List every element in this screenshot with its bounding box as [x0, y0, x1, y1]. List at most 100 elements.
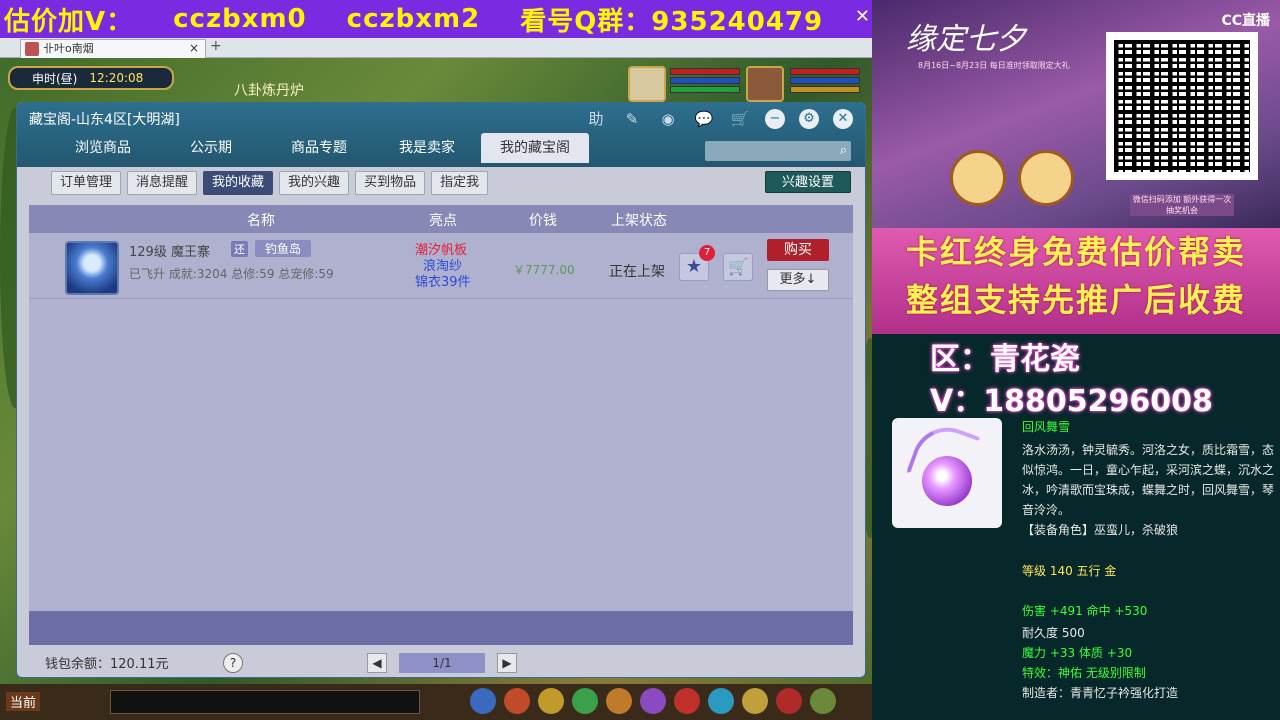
- item-magic-line: 魔力 +33 体质 +30: [1022, 646, 1133, 660]
- record-icon[interactable]: ◉: [657, 109, 679, 129]
- col-highlight: 亮点: [429, 213, 457, 229]
- close-icon[interactable]: ✕: [855, 6, 870, 27]
- buy-button[interactable]: 购买: [767, 239, 829, 261]
- player-portrait-icon[interactable]: [746, 66, 784, 102]
- highlight-3: 锦衣39件: [415, 275, 471, 290]
- channel-current-button[interactable]: 当前: [6, 692, 41, 711]
- slogan-line-1: 卡红终身免费估价帮卖: [905, 233, 1246, 271]
- event-title: 缘定七夕: [906, 22, 1026, 57]
- interest-settings-button[interactable]: 兴趣设置: [765, 171, 851, 193]
- friend-icon[interactable]: [674, 688, 700, 714]
- event-subtitle: 8月16日~8月23日 每日准时领取限定大礼: [918, 61, 1070, 70]
- stream-overlay-panel: 缘定七夕 8月16日~8月23日 每日准时领取限定大礼 CC直播 微信扫码添加 …: [872, 0, 1280, 720]
- minimize-icon[interactable]: −: [765, 109, 785, 129]
- pet-status-bars: [670, 68, 740, 95]
- subtab-messages[interactable]: 消息提醒: [127, 171, 198, 195]
- next-page-button[interactable]: ▶: [497, 653, 517, 673]
- item-detail: 回风舞雪 洛水汤汤，钟灵毓秀。河洛之女，质比霜雪，态似惊鸿。一日，童心乍起，采河…: [872, 416, 1280, 720]
- server-location: 钓鱼岛: [255, 240, 312, 257]
- close-icon[interactable]: ✕: [833, 109, 853, 129]
- main-tabs: 浏览商品 公示期 商品专题 我是卖家 我的藏宝阁: [49, 133, 589, 163]
- estimate-banner: 估价加V： cczbxm0 cczbxm2 看号Q群：935240479 ✕: [0, 0, 872, 38]
- tab-seller[interactable]: 我是卖家: [373, 133, 481, 163]
- subtab-purchased[interactable]: 买到物品: [355, 171, 426, 195]
- time-period: 申时(昼): [32, 71, 78, 86]
- listing-status: 正在上架: [609, 264, 665, 280]
- game-bottom-bar: 当前: [0, 684, 872, 720]
- subtab-orders[interactable]: 订单管理: [51, 171, 122, 195]
- service-slogan: 卡红终身免费估价帮卖 整组支持先推广后收费: [872, 228, 1280, 334]
- col-price: 价钱: [529, 213, 557, 229]
- cc-logo: CC直播: [1221, 13, 1270, 29]
- favicon-icon: [25, 42, 39, 56]
- chat-input[interactable]: [110, 690, 420, 714]
- reward-badge-icon: [1018, 150, 1074, 206]
- table-footer: [29, 611, 853, 645]
- subtab-assigned[interactable]: 指定我: [431, 171, 489, 195]
- item-image: [892, 418, 1002, 528]
- page-indicator: 1/1: [399, 653, 485, 673]
- banner-text-2: cczbxm0: [173, 4, 307, 34]
- window-title: 藏宝阁-山东4区[大明湖]: [29, 112, 180, 128]
- settings-icon[interactable]: ⚙: [799, 109, 819, 129]
- character-level-name: 129级 魔王寨: [129, 245, 210, 260]
- zone-label: 区：青花瓷: [930, 342, 1080, 377]
- item-icon[interactable]: [504, 688, 530, 714]
- help-question-icon[interactable]: ?: [223, 653, 243, 673]
- team-icon[interactable]: [572, 688, 598, 714]
- pet-portrait-icon[interactable]: [628, 66, 666, 102]
- tab-my-pavilion[interactable]: 我的藏宝阁: [481, 133, 589, 163]
- item-durability-line: 耐久度 500: [1022, 626, 1085, 640]
- contact-info: 区：青花瓷 V：18805296008: [872, 334, 1280, 419]
- menu-icon[interactable]: [810, 688, 836, 714]
- skill-icon[interactable]: [470, 688, 496, 714]
- time-value: 12:20:08: [89, 71, 144, 85]
- search-icon[interactable]: ⌕: [840, 143, 847, 158]
- edit-icon[interactable]: ✎: [621, 109, 643, 129]
- wechat-label: V：18805296008: [930, 384, 1213, 419]
- tab-notice[interactable]: 公示期: [157, 133, 265, 163]
- guild-icon[interactable]: [708, 688, 734, 714]
- qr-code[interactable]: [1106, 32, 1258, 180]
- subtab-favorites[interactable]: 我的收藏: [203, 171, 274, 195]
- alert-icon[interactable]: [776, 688, 802, 714]
- table-header: 名称 亮点 价钱 上架状态: [29, 205, 853, 233]
- pet-icon[interactable]: [606, 688, 632, 714]
- return-badge: 还: [231, 241, 248, 257]
- shop-icon[interactable]: [742, 688, 768, 714]
- game-clock: 申时(昼) 12:20:08: [8, 66, 174, 90]
- col-name: 名称: [247, 213, 275, 229]
- tab-browse[interactable]: 浏览商品: [49, 133, 157, 163]
- subtab-interests[interactable]: 我的兴趣: [279, 171, 350, 195]
- item-level-line: 等级 140 五行 金: [1022, 564, 1117, 578]
- tab-close-icon[interactable]: ×: [189, 40, 199, 57]
- window-controls: 助 ✎ ◉ 💬 🛒 − ⚙ ✕: [585, 109, 853, 129]
- item-attack-line: 伤害 +491 命中 +530: [1022, 604, 1148, 618]
- table-row[interactable]: 129级 魔王寨 还 钓鱼岛 已飞升 成就:3204 总修:59 总宠修:59 …: [29, 233, 853, 299]
- orb-icon: [922, 456, 972, 506]
- prev-page-button[interactable]: ◀: [367, 653, 387, 673]
- search-input[interactable]: ⌕: [705, 141, 851, 161]
- more-button[interactable]: 更多↓: [767, 269, 829, 291]
- cart-icon[interactable]: 🛒: [729, 109, 751, 129]
- reward-badge-icon: [950, 150, 1006, 206]
- equip-roles: 【装备角色】巫蛮儿，杀破狼: [1022, 523, 1179, 537]
- description-text: 洛水汤汤，钟灵毓秀。河洛之女，质比霜雪，态似惊鸿。一日，童心乍起，采河滨之蝶，沉…: [1022, 443, 1275, 517]
- item-description: 洛水汤汤，钟灵毓秀。河洛之女，质比霜雪，态似惊鸿。一日，童心乍起，采河滨之蝶，沉…: [1022, 440, 1274, 540]
- quest-icon[interactable]: [640, 688, 666, 714]
- add-cart-icon[interactable]: 🛒: [723, 253, 753, 281]
- banner-text-3: cczbxm2: [346, 4, 481, 34]
- item-maker-line: 制造者：青青忆子衿强化打造: [1022, 686, 1179, 700]
- location-sign: 八卦炼丹炉: [234, 83, 304, 99]
- help-icon[interactable]: 助: [585, 109, 607, 129]
- favorites-table: 名称 亮点 价钱 上架状态 129级 魔王寨 还 钓鱼岛 已飞升 成就:3204…: [29, 205, 853, 645]
- event-promo: 缘定七夕 8月16日~8月23日 每日准时领取限定大礼 CC直播 微信扫码添加 …: [872, 0, 1280, 228]
- item-name: 回风舞雪: [1022, 420, 1071, 434]
- bag-icon[interactable]: [538, 688, 564, 714]
- chat-icon[interactable]: 💬: [693, 109, 715, 129]
- tab-topics[interactable]: 商品专题: [265, 133, 373, 163]
- character-avatar[interactable]: [65, 241, 119, 295]
- new-tab-icon[interactable]: +: [210, 38, 222, 54]
- character-stats: 已飞升 成就:3204 总修:59 总宠修:59: [129, 267, 334, 281]
- browser-tab[interactable]: 卝叶o南烟 ×: [20, 39, 206, 58]
